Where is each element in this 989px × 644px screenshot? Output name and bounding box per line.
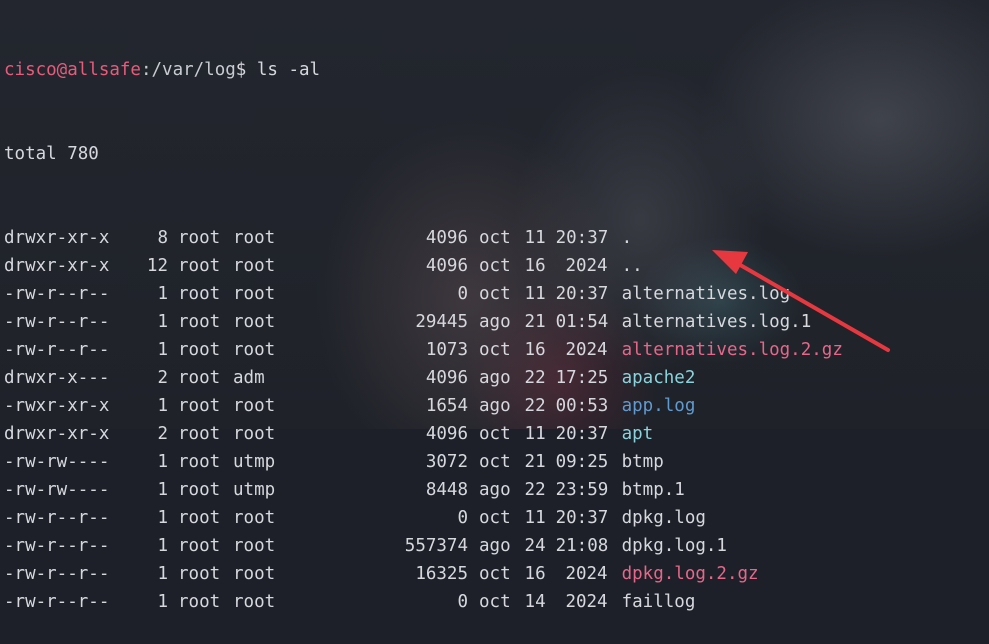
- day: 14: [524, 592, 546, 612]
- link-count: 1: [157, 452, 168, 472]
- group: root: [233, 564, 276, 584]
- file-name[interactable]: dpkg.log.2.gz: [622, 560, 759, 588]
- owner: root: [178, 592, 221, 612]
- day: 21: [524, 452, 546, 472]
- file-size: 3072: [425, 452, 468, 472]
- permissions: -rw-r--r--: [4, 508, 110, 528]
- permissions: -rw-r--r--: [4, 592, 110, 612]
- file-name[interactable]: dpkg.log.1: [622, 532, 727, 560]
- link-count: 1: [157, 536, 168, 556]
- month: oct: [479, 452, 511, 472]
- owner: root: [178, 564, 221, 584]
- group: utmp: [233, 480, 276, 500]
- day: 24: [524, 536, 546, 556]
- file-size: 0: [457, 592, 468, 612]
- owner: root: [178, 480, 221, 500]
- time: 20:37: [555, 508, 609, 528]
- file-name[interactable]: btmp.1: [622, 476, 685, 504]
- listing-row: -rw-r--r-- 1 root root 0 oct 14 2024 faillog: [4, 588, 989, 616]
- group: root: [233, 536, 276, 556]
- listing-row: -rw-rw---- 1 root utmp 3072 oct 21 09:25 btmp: [4, 448, 989, 476]
- listing-row: -rw-r--r-- 1 root root 16325 oct 16 2024 dpkg.lo…: [4, 560, 989, 588]
- time: 23:59: [555, 480, 609, 500]
- group: root: [233, 508, 276, 528]
- day: 22: [524, 480, 546, 500]
- permissions: -rw-rw----: [4, 480, 110, 500]
- link-count: 1: [157, 564, 168, 584]
- time: 2024: [565, 564, 608, 584]
- month: oct: [479, 564, 511, 584]
- time: 2024: [565, 592, 608, 612]
- listing-row: -rw-rw---- 1 root utmp 8448 ago 22 23:59 btmp.1: [4, 476, 989, 504]
- permissions: -rw-r--r--: [4, 564, 110, 584]
- permissions: -rw-r--r--: [4, 536, 110, 556]
- listing-row: -rw-r--r-- 1 root root 0 oct 11 20:37 dpkg.log: [4, 504, 989, 532]
- month: ago: [479, 536, 511, 556]
- time: 09:25: [555, 452, 609, 472]
- time: 21:08: [555, 536, 609, 556]
- link-count: 1: [157, 508, 168, 528]
- owner: root: [178, 452, 221, 472]
- group: utmp: [233, 452, 276, 472]
- link-count: 1: [157, 592, 168, 612]
- file-size: 0: [457, 508, 468, 528]
- month: oct: [479, 592, 511, 612]
- month: ago: [479, 480, 511, 500]
- red-arrow-icon: [712, 250, 890, 352]
- day: 16: [524, 564, 546, 584]
- permissions: -rw-rw----: [4, 452, 110, 472]
- month: oct: [479, 508, 511, 528]
- file-name[interactable]: btmp: [622, 448, 664, 476]
- file-size: 8448: [425, 480, 468, 500]
- link-count: 1: [157, 480, 168, 500]
- owner: root: [178, 536, 221, 556]
- group: root: [233, 592, 276, 612]
- listing-row: -rw-r--r-- 1 root root 557374 ago 24 21:08 dpkg.…: [4, 532, 989, 560]
- owner: root: [178, 508, 221, 528]
- file-size: 557374: [404, 536, 468, 556]
- file-name[interactable]: dpkg.log: [622, 504, 706, 532]
- file-name[interactable]: faillog: [622, 588, 696, 616]
- day: 11: [524, 508, 546, 528]
- file-size: 16325: [415, 564, 468, 584]
